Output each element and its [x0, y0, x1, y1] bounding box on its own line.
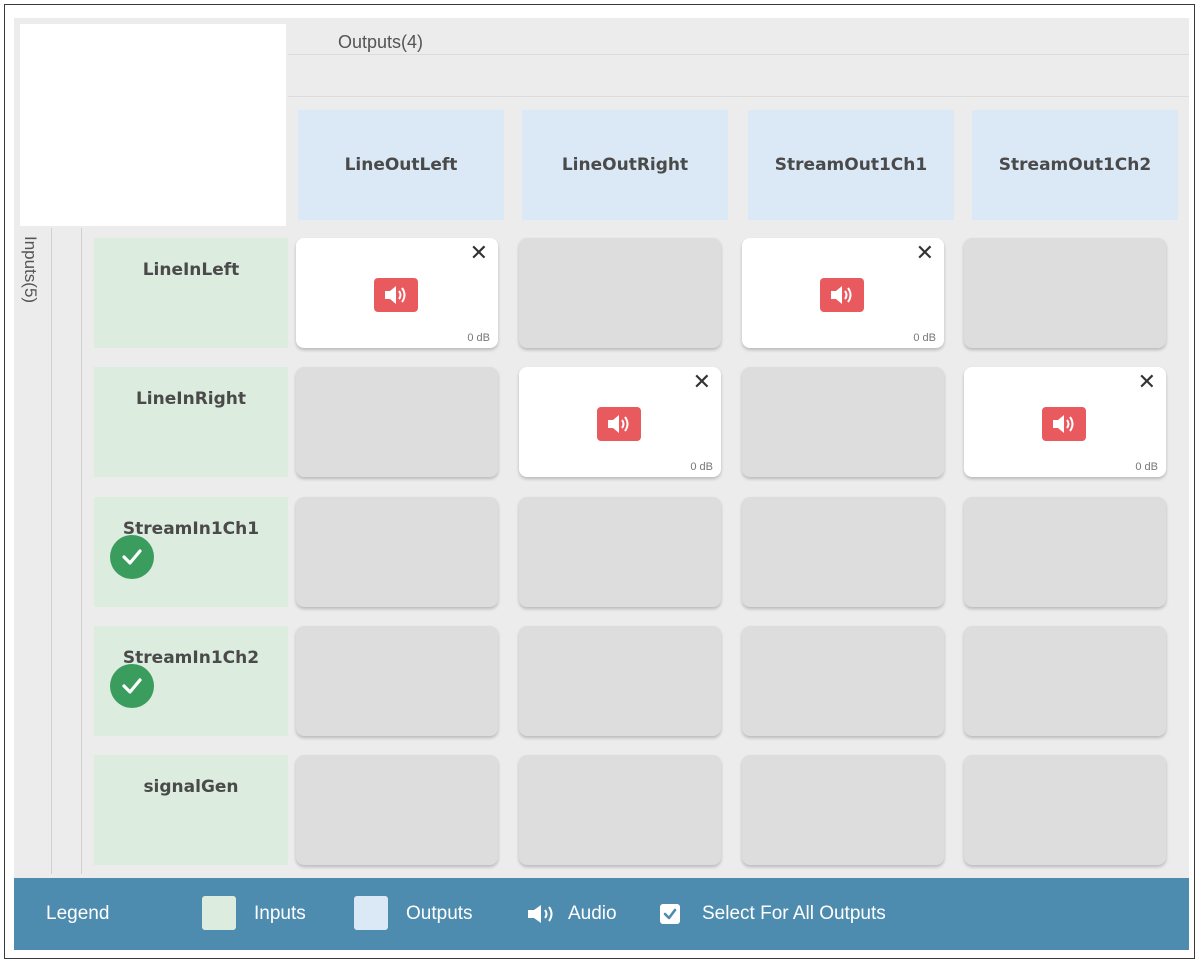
close-icon[interactable]: ✕	[470, 242, 488, 264]
speaker-icon	[820, 278, 864, 312]
route-cell-empty[interactable]	[296, 367, 498, 477]
route-cell-empty[interactable]	[296, 755, 498, 865]
route-cell-empty[interactable]	[296, 497, 498, 607]
route-cell-empty[interactable]	[964, 626, 1166, 736]
route-cell-empty[interactable]	[964, 755, 1166, 865]
legend-audio-label: Audio	[568, 903, 617, 924]
route-cell-active[interactable]: ✕ 0 dB	[519, 367, 721, 477]
outputs-swatch	[354, 896, 388, 930]
legend-inputs-label: Inputs	[254, 903, 306, 924]
output-header-streamout1ch1[interactable]: StreamOut1Ch1	[748, 110, 954, 220]
input-header-streamin1ch1[interactable]: StreamIn1Ch1	[94, 497, 288, 607]
input-header-streamin1ch2[interactable]: StreamIn1Ch2	[94, 626, 288, 736]
inputs-gutter	[51, 228, 82, 874]
route-cell-empty[interactable]	[742, 367, 944, 477]
gain-value: 0 dB	[1135, 461, 1158, 473]
input-label: LineInLeft	[142, 260, 240, 280]
legend-select-all-label: Select For All Outputs	[702, 903, 886, 924]
route-cell-empty[interactable]	[964, 238, 1166, 348]
input-header-lineinright[interactable]: LineInRight	[94, 367, 288, 477]
speaker-icon	[597, 407, 641, 441]
input-label: LineInRight	[135, 389, 247, 409]
gain-value: 0 dB	[913, 332, 936, 344]
route-cell-empty[interactable]	[742, 626, 944, 736]
gain-value: 0 dB	[690, 461, 713, 473]
output-header-streamout1ch2[interactable]: StreamOut1Ch2	[972, 110, 1178, 220]
input-header-signalgen[interactable]: signalGen	[94, 755, 288, 865]
route-cell-active[interactable]: ✕ 0 dB	[742, 238, 944, 348]
route-cell-empty[interactable]	[742, 497, 944, 607]
legend-bar: Legend Inputs Outputs Audio Select For A…	[14, 878, 1189, 950]
inputs-swatch	[202, 896, 236, 930]
output-header-lineoutright[interactable]: LineOutRight	[522, 110, 728, 220]
output-header-lineoutleft[interactable]: LineOutLeft	[298, 110, 504, 220]
matrix-corner	[20, 24, 286, 226]
input-header-lineinleft[interactable]: LineInLeft	[94, 238, 288, 348]
speaker-icon	[526, 903, 558, 931]
close-icon[interactable]: ✕	[916, 242, 934, 264]
close-icon[interactable]: ✕	[1138, 371, 1156, 393]
route-cell-empty[interactable]	[519, 755, 721, 865]
inputs-title-bar	[14, 228, 52, 874]
route-cell-empty[interactable]	[519, 238, 721, 348]
legend-outputs-label: Outputs	[406, 903, 473, 924]
route-cell-empty[interactable]	[519, 626, 721, 736]
checkmark-icon	[660, 904, 680, 924]
close-icon[interactable]: ✕	[693, 371, 711, 393]
route-cell-empty[interactable]	[519, 497, 721, 607]
select-all-outputs-icon[interactable]	[110, 664, 154, 708]
route-cell-empty[interactable]	[296, 626, 498, 736]
legend-title: Legend	[46, 903, 110, 924]
input-label: signalGen	[143, 777, 239, 797]
route-cell-active[interactable]: ✕ 0 dB	[964, 367, 1166, 477]
route-cell-empty[interactable]	[964, 497, 1166, 607]
outputs-title: Outputs(4)	[338, 32, 424, 52]
outputs-subbar	[288, 56, 1189, 97]
route-cell-active[interactable]: ✕ 0 dB	[296, 238, 498, 348]
route-cell-empty[interactable]	[742, 755, 944, 865]
outputs-title-bar: Outputs(4)	[288, 24, 1189, 55]
speaker-icon	[374, 278, 418, 312]
gain-value: 0 dB	[467, 332, 490, 344]
inputs-title: Inputs(5)	[21, 236, 40, 304]
select-all-outputs-icon[interactable]	[110, 535, 154, 579]
speaker-icon	[1042, 407, 1086, 441]
